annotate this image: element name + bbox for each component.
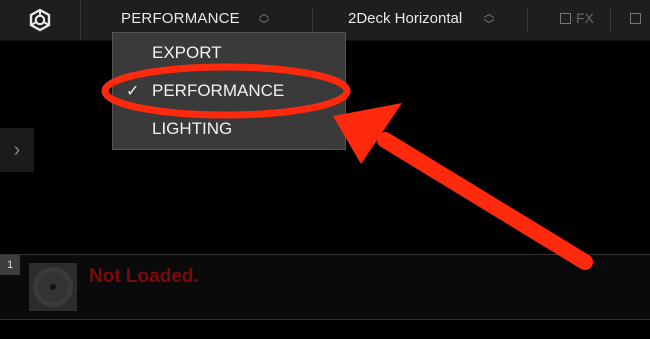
arrow-shaft xyxy=(377,132,593,270)
annotation-overlay xyxy=(101,63,593,270)
highlight-ellipse xyxy=(101,63,351,119)
arrow-head xyxy=(333,103,402,164)
